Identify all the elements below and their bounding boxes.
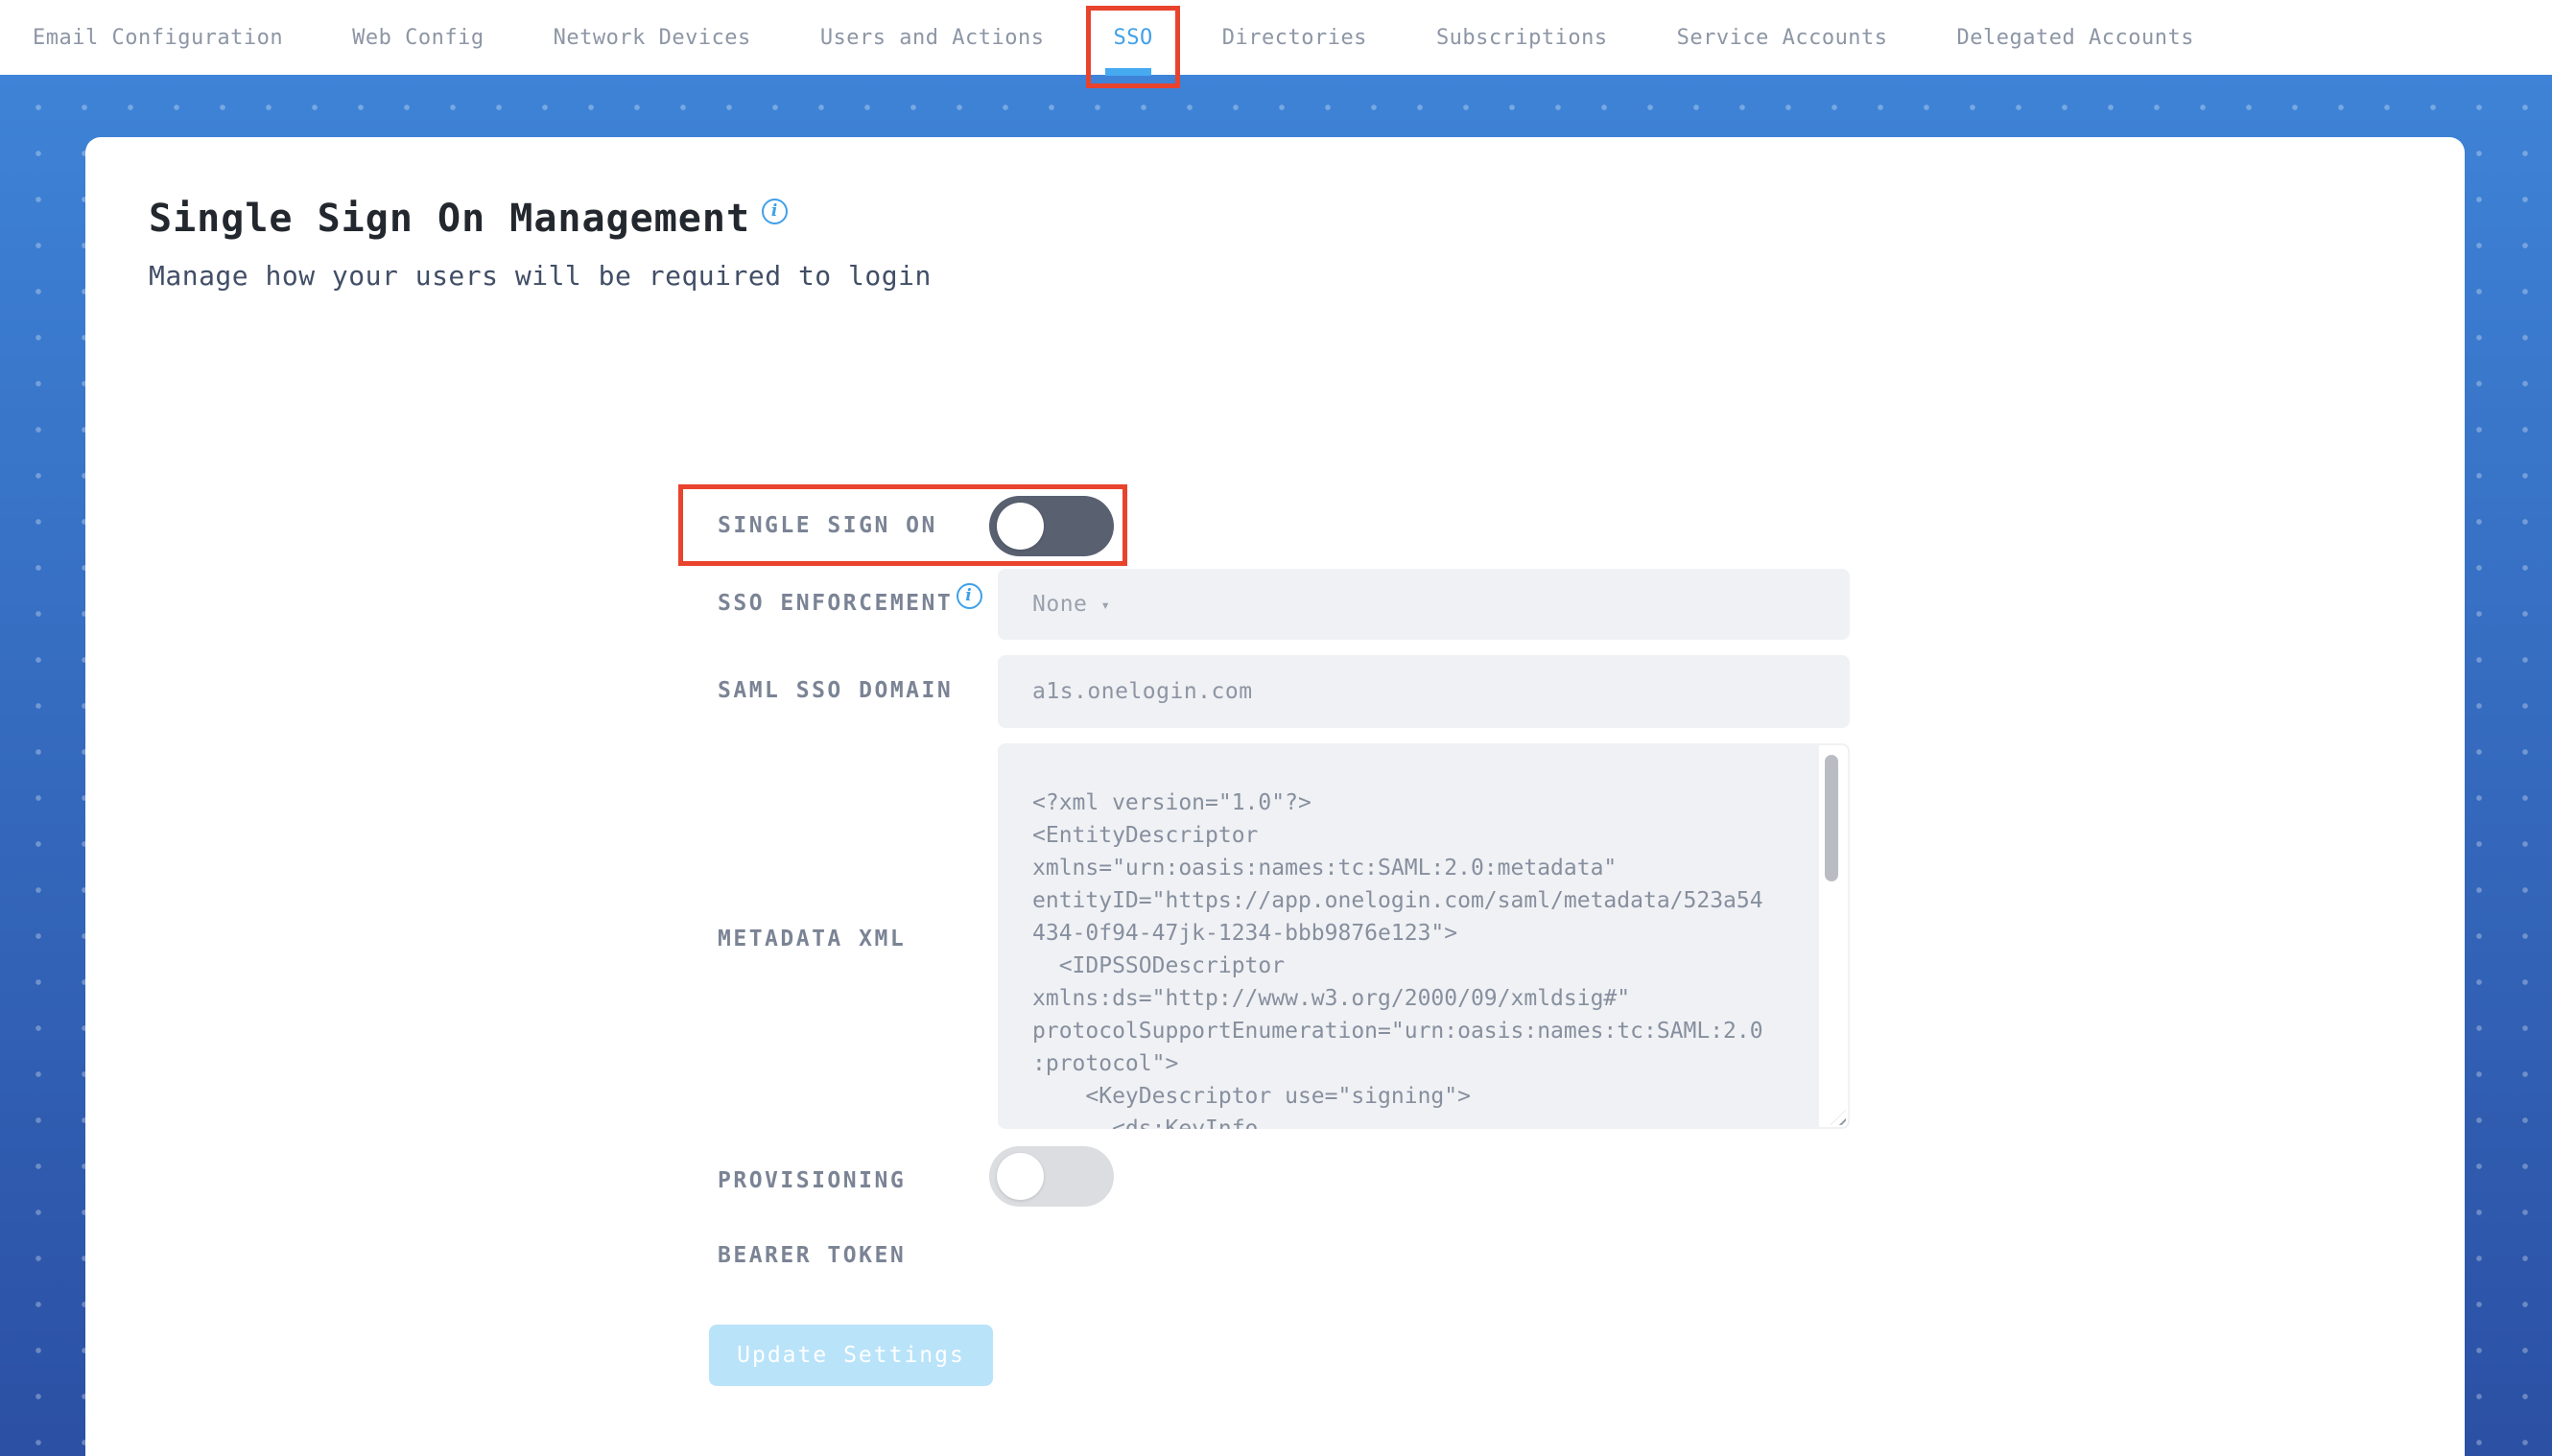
saml-sso-domain-input[interactable]: a1s.onelogin.com	[998, 655, 1850, 728]
page-title: Single Sign On Management i	[149, 197, 789, 241]
sso-enforcement-select[interactable]: None ▾	[998, 569, 1850, 640]
metadata-xml-content: <?xml version="1.0"?> <EntityDescriptor …	[1032, 790, 1763, 1129]
page-subtitle: Manage how your users will be required t…	[149, 260, 932, 292]
single-sign-on-label: SINGLE SIGN ON	[718, 513, 937, 538]
nav-tab-network-devices[interactable]: Network Devices	[554, 26, 751, 50]
content-card: Single Sign On Management i Manage how yo…	[85, 137, 2465, 1456]
info-icon[interactable]: i	[762, 199, 789, 224]
info-icon[interactable]: i	[957, 583, 983, 609]
nav-tab-service-accounts[interactable]: Service Accounts	[1677, 26, 1888, 50]
bearer-token-label: BEARER TOKEN	[718, 1243, 907, 1268]
sso-enforcement-value: None	[1032, 592, 1088, 617]
nav-tab-directories[interactable]: Directories	[1222, 26, 1367, 50]
metadata-xml-label: METADATA XML	[718, 927, 907, 951]
app-window: Email Configuration Web Config Network D…	[0, 0, 2552, 1456]
nav-tab-sso[interactable]: SSO	[1086, 5, 1180, 88]
nav-tab-sso-label: SSO	[1113, 25, 1153, 50]
provisioning-label: PROVISIONING	[718, 1168, 907, 1193]
nav-tab-users-and-actions[interactable]: Users and Actions	[820, 26, 1045, 50]
single-sign-on-toggle[interactable]	[989, 496, 1114, 556]
nav-tab-delegated-accounts[interactable]: Delegated Accounts	[1957, 26, 2194, 50]
sso-enforcement-label: SSO ENFORCEMENT i	[718, 583, 983, 616]
chevron-down-icon: ▾	[1100, 595, 1111, 614]
scrollbar-track[interactable]	[1819, 745, 1848, 1127]
scrollbar-thumb[interactable]	[1825, 755, 1838, 881]
saml-sso-domain-value: a1s.onelogin.com	[1032, 679, 1253, 704]
nav-tab-subscriptions[interactable]: Subscriptions	[1436, 26, 1608, 50]
provisioning-toggle[interactable]	[989, 1146, 1114, 1207]
saml-sso-domain-label: SAML SSO DOMAIN	[718, 678, 954, 703]
top-navigation: Email Configuration Web Config Network D…	[0, 0, 2552, 88]
metadata-xml-textarea[interactable]: <?xml version="1.0"?> <EntityDescriptor …	[998, 743, 1850, 1129]
nav-tab-email-configuration[interactable]: Email Configuration	[33, 26, 283, 50]
active-tab-indicator	[1105, 67, 1152, 76]
sso-enforcement-label-text: SSO ENFORCEMENT	[718, 591, 954, 616]
toggle-knob	[997, 503, 1044, 550]
toggle-knob	[997, 1153, 1044, 1200]
page-title-text: Single Sign On Management	[149, 197, 751, 241]
nav-tab-web-config[interactable]: Web Config	[352, 26, 484, 50]
update-settings-button[interactable]: Update Settings	[709, 1325, 993, 1386]
